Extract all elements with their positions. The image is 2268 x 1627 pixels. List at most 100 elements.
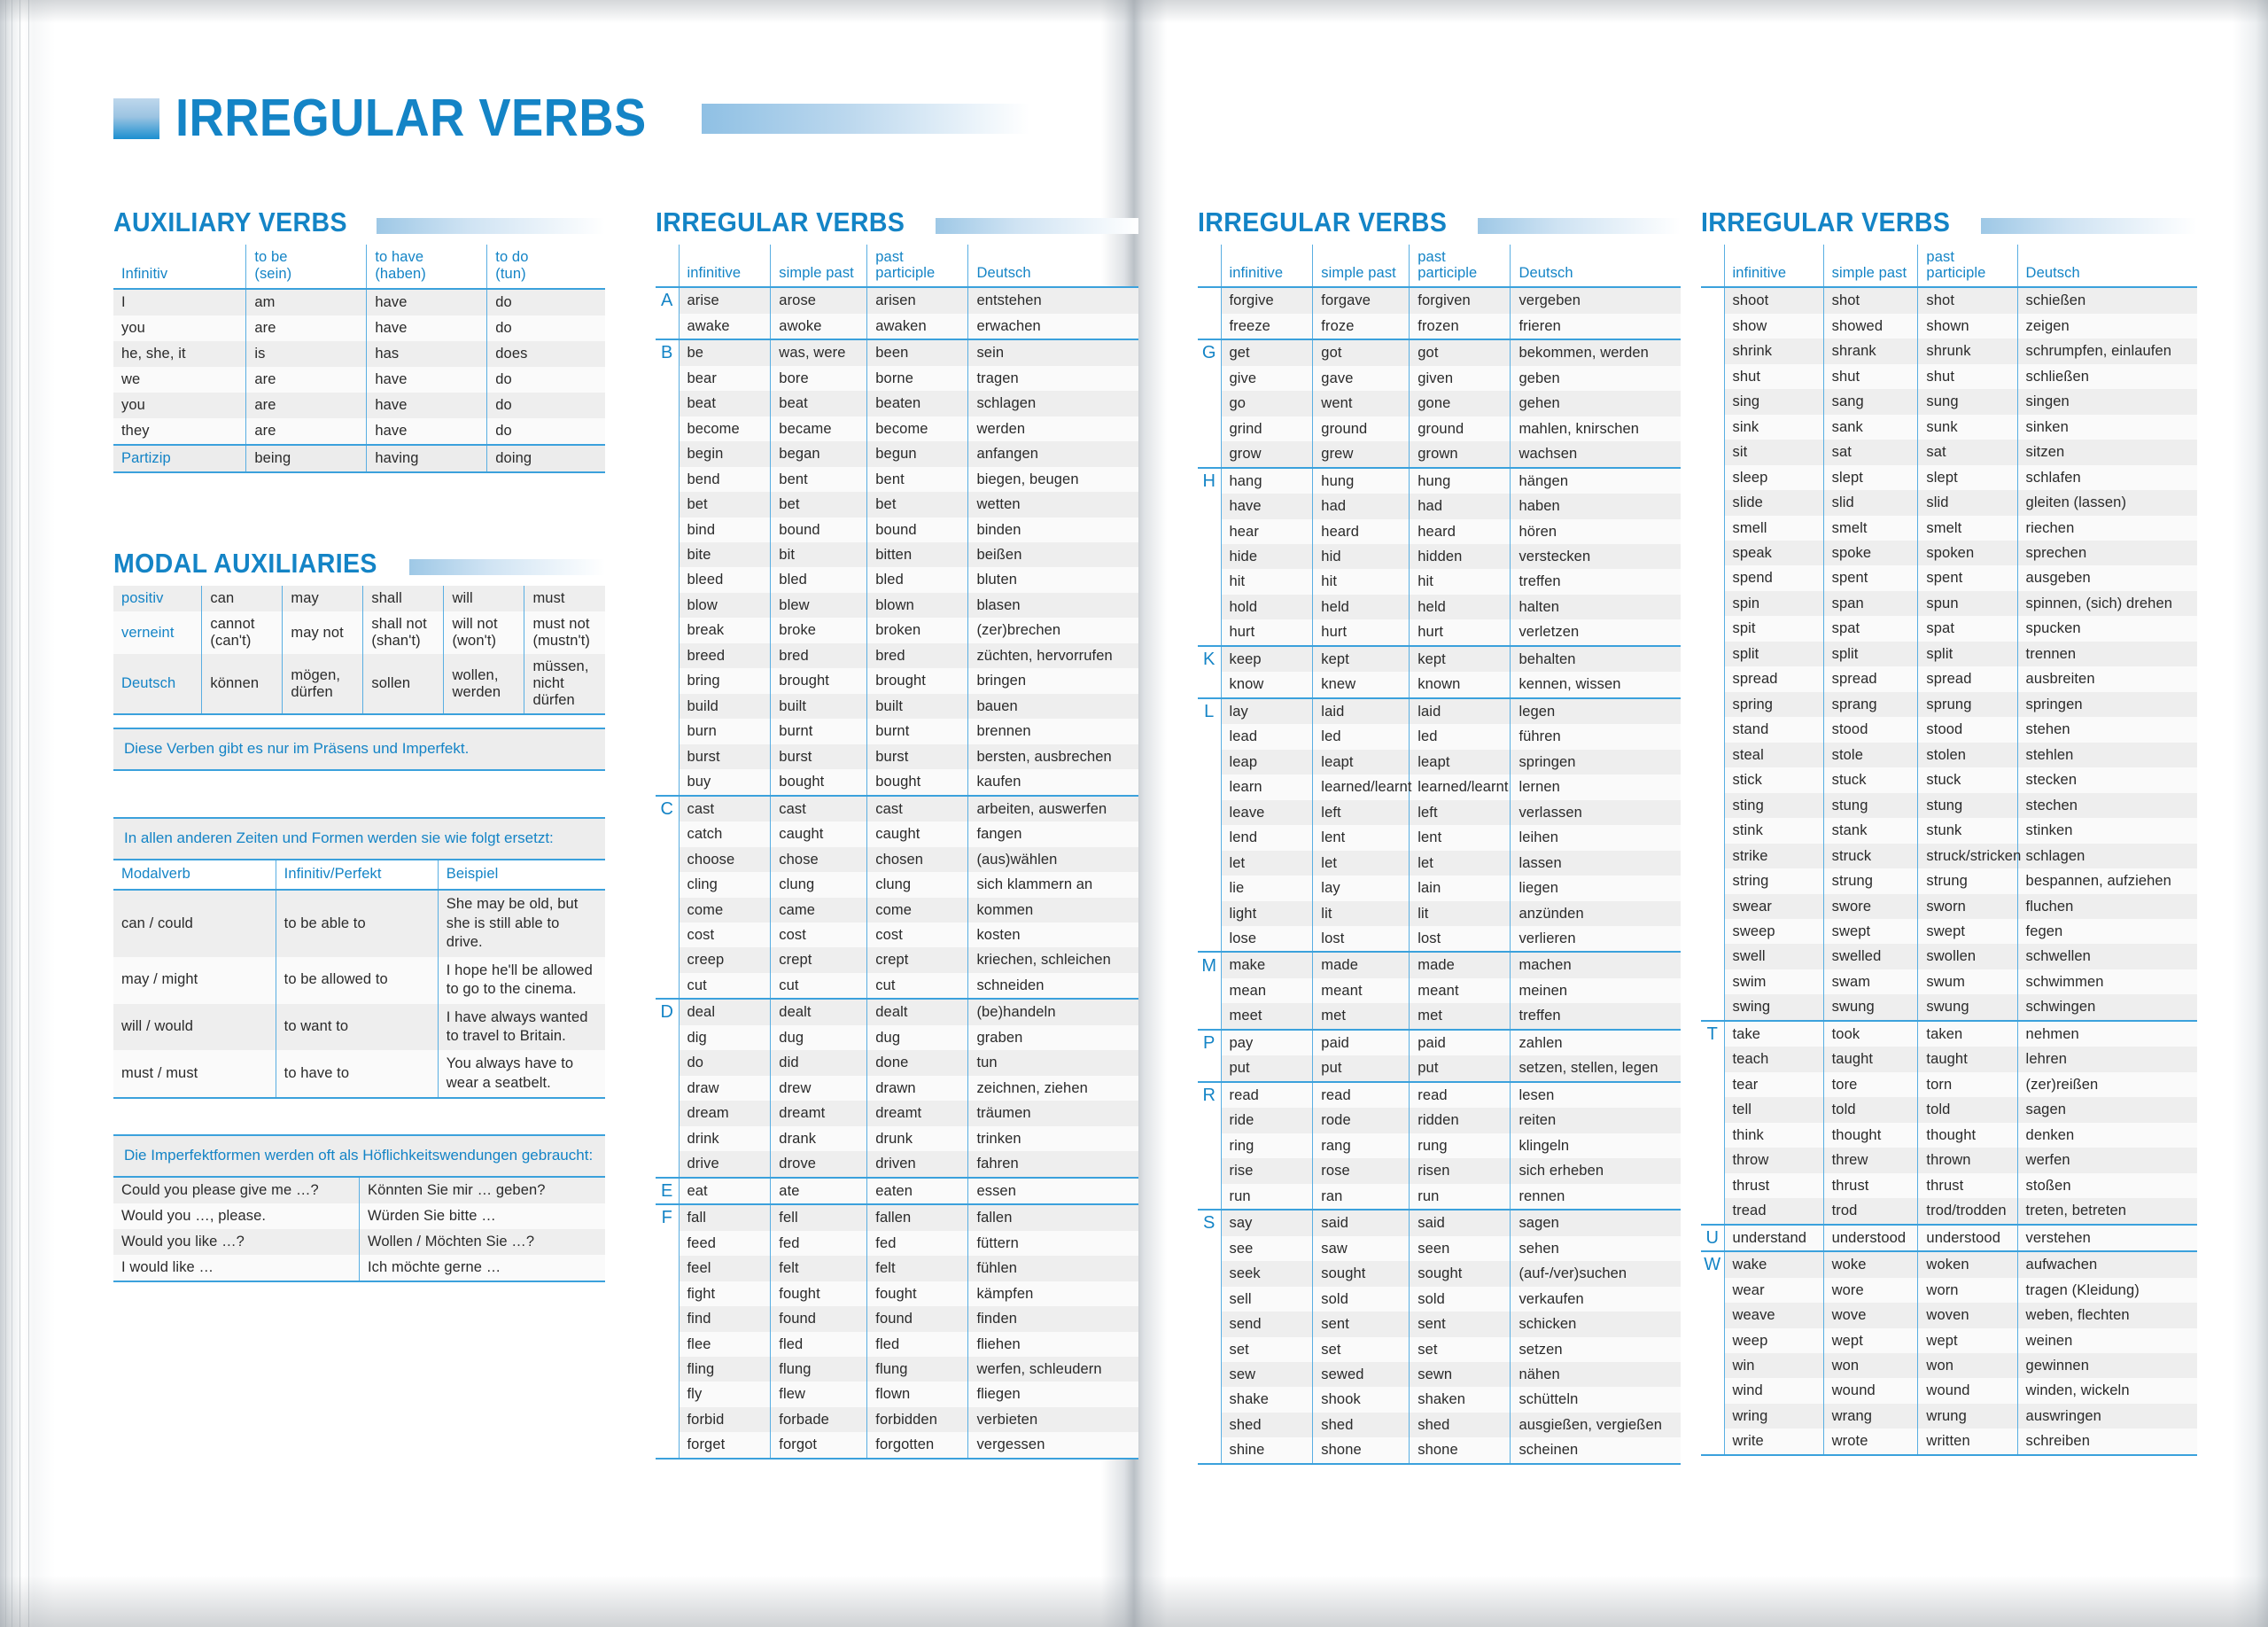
verb-cell: fled (866, 1331, 968, 1357)
verb-cell: kaufen (967, 769, 1138, 796)
verb-cell: sprang (1822, 691, 1918, 718)
verb-cell: brought (866, 668, 968, 694)
verb-cell: drunk (866, 1125, 968, 1152)
verb-letter-blank (656, 441, 679, 467)
verb-letter-blank (656, 947, 679, 973)
verb-cell: know (1220, 672, 1313, 698)
verb-cell: dreamt (866, 1101, 968, 1126)
verb-cell: made (1312, 951, 1410, 978)
table-row: run ran run rennen (1198, 1183, 1681, 1211)
verb-letter-blank (1198, 825, 1221, 851)
modal-table-body: positiv can may shall will must verneint cannot… (113, 586, 605, 715)
verb-cell: setzen (1510, 1336, 1681, 1362)
verb-cell: dig (678, 1024, 771, 1051)
verb-cell: blew (770, 592, 867, 619)
verb-cell: stung (1822, 792, 1918, 819)
verb-cell: say (1220, 1209, 1313, 1236)
modal-row-label: Deutsch (113, 654, 202, 715)
verb-cell: cost (770, 922, 867, 948)
verb-cell: bitten (866, 541, 968, 568)
verb-header-cell: past participle (1409, 245, 1511, 288)
verb-cell: feel (678, 1256, 771, 1281)
verb-cell: hold (1220, 594, 1313, 620)
verb-letter-blank (1701, 792, 1724, 819)
table-row: bend bent bent biegen, beugen (656, 466, 1138, 493)
verb-letter-blank (1198, 1183, 1221, 1211)
table-row: tread trod trod/trodden treten, betreten (1701, 1198, 2197, 1225)
verb-cell: swollen (1917, 944, 2018, 969)
verb-cell: bring (678, 668, 771, 694)
verb-letter-blank (656, 1125, 679, 1152)
verb-letter-blank (1198, 900, 1221, 926)
verb-cell: chosen (866, 846, 968, 873)
modal-note-1: Diese Verben gibt es nur im Präsens und … (113, 728, 605, 771)
verb-cell: slept (1917, 464, 2018, 491)
verb-cell: come (866, 897, 968, 922)
verb-cell: cling (678, 872, 771, 898)
verb-cell: ran (1312, 1183, 1410, 1211)
verb-cell: dealt (866, 998, 968, 1025)
verb-cell: thought (1822, 1122, 1918, 1148)
verb-cell: sold (1409, 1286, 1511, 1312)
verb-cell: forbade (770, 1406, 867, 1433)
verb-cell: schlagen (2016, 843, 2197, 869)
verb-cell: wrote (1822, 1428, 1918, 1456)
table-row: sit sat sat sitzen (1701, 440, 2197, 465)
verb-letter-blank (1701, 590, 1724, 617)
verb-cell: sting (1723, 792, 1824, 819)
irregular-verbs-block-2: IRREGULAR VERBS infinitive simple past pas… (1198, 208, 1681, 1465)
verb-cell: dreamt (770, 1101, 867, 1126)
verb-letter-marker: H (1198, 466, 1221, 494)
irregular-heading-text-2: IRREGULAR VERBS (1198, 206, 1448, 237)
verb-letter-blank (1701, 490, 1724, 516)
verb-cell: think (1723, 1122, 1824, 1148)
verb-letter-blank (656, 972, 679, 1000)
table-row: drive drove driven fahren (656, 1151, 1138, 1178)
verb-letter-blank (1701, 969, 1724, 995)
verb-cell: ausgießen, vergießen (1510, 1412, 1681, 1438)
modal-row-label: verneint (113, 611, 202, 654)
verb-cell: bit (770, 541, 867, 568)
irregular-heading-text-3: IRREGULAR VERBS (1701, 206, 1951, 237)
verb-cell: geben (1510, 365, 1681, 392)
verb-cell: found (866, 1306, 968, 1332)
table-row: sleep slept slept schlafen (1701, 464, 2197, 491)
verb-cell: run (1409, 1183, 1511, 1211)
auxiliary-cell: he, she, it (113, 341, 246, 367)
verb-cell: sworn (1917, 893, 2018, 919)
verb-cell: clung (866, 872, 968, 898)
verb-cell: woken (1917, 1250, 2018, 1278)
verb-cell: bleed (678, 567, 771, 593)
verb-cell: grew (1312, 441, 1410, 468)
auxiliary-cell: have (366, 418, 487, 445)
verb-cell: sought (1409, 1261, 1511, 1287)
verb-cell: seen (1409, 1235, 1511, 1262)
verb-cell: told (1917, 1097, 2018, 1123)
verb-cell: eaten (866, 1176, 968, 1205)
table-row: shed shed shed ausgießen, vergießen (1198, 1412, 1681, 1438)
table-row: Uunderstand understood understood verstehen (1701, 1223, 2197, 1252)
verb-cell: (zer)brechen (967, 618, 1138, 643)
verb-letter-marker: S (1198, 1209, 1221, 1236)
verb-cell: won (1822, 1352, 1918, 1379)
polite-cell: Ich möchte gerne … (359, 1255, 605, 1283)
table-row: swing swung swung schwingen (1701, 994, 2197, 1021)
verb-letter-blank (656, 416, 679, 442)
verb-cell: left (1409, 799, 1511, 826)
verb-letter-blank (1198, 799, 1221, 826)
verb-cell: shrank (1822, 339, 1918, 364)
table-row: think thought thought denken (1701, 1122, 2197, 1148)
verb-cell: sew (1220, 1361, 1313, 1388)
verb-letter-blank (656, 1101, 679, 1126)
replacement-header-cell: Beispiel (437, 860, 605, 891)
verb-cell: sang (1822, 389, 1918, 415)
verb-cell: zeichnen, ziehen (967, 1075, 1138, 1102)
verb-cell: buy (678, 769, 771, 796)
table-row: split split split trennen (1701, 641, 2197, 667)
verb-cell: machen (1510, 951, 1681, 978)
table-row: stick stuck stuck stecken (1701, 767, 2197, 793)
table-row: Eeat ate eaten essen (656, 1176, 1138, 1205)
verb-cell: (aus)wählen (967, 846, 1138, 873)
verb-letter-marker: W (1701, 1250, 1724, 1278)
table-row: we are have do (113, 367, 605, 393)
